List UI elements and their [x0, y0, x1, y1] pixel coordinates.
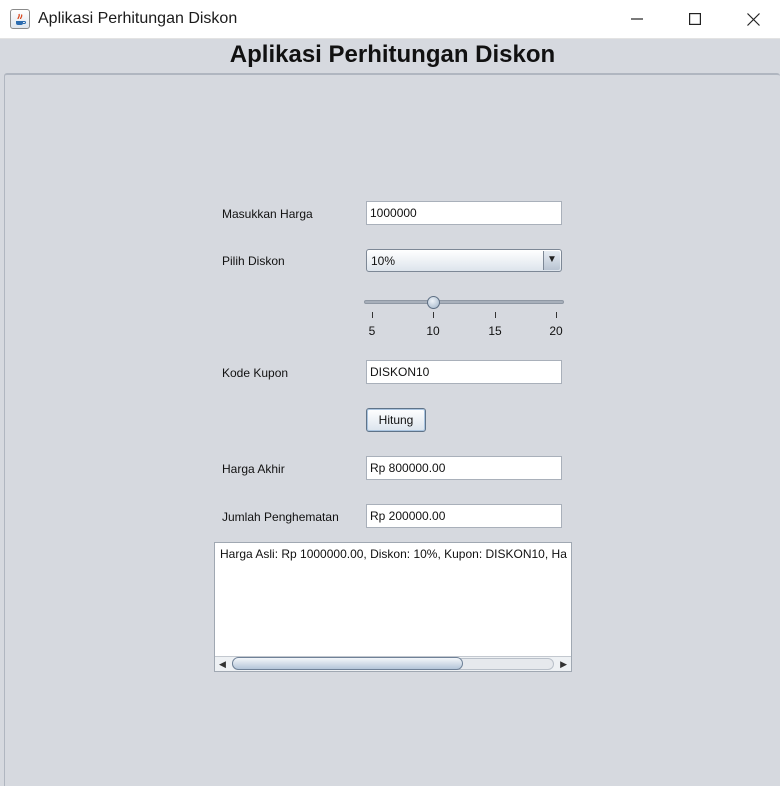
scrollbar-thumb[interactable] — [232, 657, 463, 670]
slider-tick — [556, 312, 557, 318]
java-app-icon — [10, 9, 30, 29]
output-text: Harga Asli: Rp 1000000.00, Diskon: 10%, … — [220, 547, 567, 561]
app-heading: Aplikasi Perhitungan Diskon — [229, 41, 556, 68]
hitung-button[interactable]: Hitung — [366, 408, 426, 432]
penghematan-field[interactable] — [366, 504, 562, 528]
penghematan-label: Jumlah Penghematan — [222, 510, 339, 524]
close-icon — [746, 12, 760, 26]
slider-tick — [433, 312, 434, 318]
slider-tick — [372, 312, 373, 318]
harga-label: Masukkan Harga — [222, 207, 313, 221]
horizontal-scrollbar[interactable]: ◀ ▶ — [215, 656, 571, 671]
window-title: Aplikasi Perhitungan Diskon — [38, 10, 238, 27]
diskon-slider[interactable]: 5 10 15 20 — [362, 292, 568, 342]
diskon-label: Pilih Diskon — [222, 254, 285, 268]
slider-tick-label: 20 — [549, 324, 563, 338]
output-text-area[interactable]: Harga Asli: Rp 1000000.00, Diskon: 10%, … — [214, 542, 572, 672]
slider-tick-label: 10 — [426, 324, 440, 338]
harga-akhir-field[interactable] — [366, 456, 562, 480]
minimize-icon — [631, 18, 643, 20]
kupon-label: Kode Kupon — [222, 366, 289, 380]
diskon-selected-value: 10% — [371, 254, 396, 268]
maximize-icon — [689, 13, 701, 25]
close-button[interactable] — [724, 0, 780, 38]
slider-tick — [495, 312, 496, 318]
maximize-button[interactable] — [666, 0, 724, 38]
arrow-right-icon[interactable]: ▶ — [560, 658, 567, 670]
diskon-dropdown[interactable]: 10% ▼ — [366, 249, 562, 272]
slider-tick-label: 15 — [488, 324, 502, 338]
slider-track[interactable] — [364, 300, 564, 304]
window-titlebar[interactable]: Aplikasi Perhitungan Diskon — [0, 0, 780, 39]
arrow-left-icon[interactable]: ◀ — [219, 658, 226, 670]
kupon-input[interactable] — [366, 360, 562, 384]
harga-input[interactable] — [366, 201, 562, 225]
minimize-button[interactable] — [608, 0, 666, 38]
harga-akhir-label: Harga Akhir — [222, 462, 285, 476]
dropdown-arrow-button[interactable]: ▼ — [543, 251, 560, 270]
slider-thumb[interactable] — [427, 296, 441, 309]
chevron-down-icon: ▼ — [547, 254, 557, 265]
slider-tick-label: 5 — [368, 324, 376, 338]
